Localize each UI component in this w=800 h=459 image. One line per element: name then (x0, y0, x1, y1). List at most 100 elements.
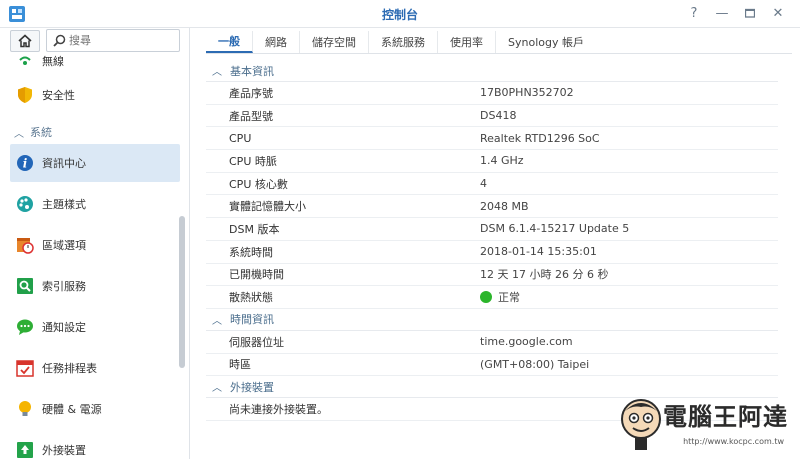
info-key: CPU 時脈 (229, 154, 277, 168)
tab-general[interactable]: 一般 (206, 31, 253, 53)
tab-bar: 一般 網路 儲存空間 系統服務 使用率 Synology 帳戶 (206, 28, 792, 54)
info-value: Realtek RTD1296 SoC (480, 131, 600, 145)
status-text: 正常 (498, 291, 520, 305)
sidebar-item-label: 外接裝置 (42, 444, 86, 457)
status-ok-icon (480, 291, 492, 304)
info-row: 時區 (GMT+08:00) Taipei (206, 354, 778, 377)
sidebar-item-task-scheduler[interactable]: 任務排程表 (10, 349, 180, 387)
lightbulb-icon (16, 400, 34, 418)
sidebar-scrollbar[interactable] (179, 216, 185, 368)
search-box[interactable] (46, 29, 180, 52)
search-input[interactable] (69, 33, 175, 48)
info-value: 17B0PHN352702 (480, 86, 574, 100)
sidebar-item-indexing[interactable]: 索引服務 (10, 267, 180, 305)
sidebar-item-label: 資訊中心 (42, 157, 86, 170)
sidebar-item-label: 無線 (42, 55, 64, 68)
info-row: 伺服器位址 time.google.com (206, 331, 778, 354)
group-basic-info[interactable]: ︿ 基本資訊 (206, 60, 778, 82)
tab-services[interactable]: 系統服務 (369, 31, 438, 53)
watermark: 電腦王阿達 http://www.kocpc.com.tw (619, 395, 794, 455)
home-icon (18, 34, 32, 48)
tab-synology-account[interactable]: Synology 帳戶 (496, 31, 596, 53)
tab-resource-monitor[interactable]: 使用率 (438, 31, 496, 53)
minimize-icon[interactable]: — (714, 4, 730, 22)
sidebar-item-label: 安全性 (42, 89, 75, 102)
watermark-title: 電腦王阿達 (663, 403, 788, 431)
sidebar-item-label: 索引服務 (42, 280, 86, 293)
mascot-logo (621, 399, 661, 450)
info-row: 已開機時間 12 天 17 小時 26 分 6 秒 (206, 264, 778, 287)
info-value: 4 (480, 177, 487, 191)
watermark-url: http://www.kocpc.com.tw (683, 437, 784, 446)
info-key: 尚未連接外接裝置。 (229, 403, 328, 417)
calendar-check-icon (16, 359, 34, 377)
upload-device-icon (16, 441, 34, 459)
window-title: 控制台 (381, 8, 418, 22)
sidebar-item-wireless[interactable]: 無線 (10, 50, 180, 72)
sidebar-item-regional[interactable]: 區域選項 (10, 226, 180, 264)
sidebar-item-label: 任務排程表 (42, 362, 97, 375)
tab-storage[interactable]: 儲存空間 (300, 31, 369, 53)
info-row: 實體記憶體大小 2048 MB (206, 195, 778, 219)
info-value: time.google.com (480, 335, 573, 349)
info-key: 散熱狀態 (229, 291, 273, 305)
home-button[interactable] (10, 30, 40, 52)
info-key: DSM 版本 (229, 222, 280, 236)
sidebar-item-theme[interactable]: 主題樣式 (10, 185, 180, 223)
chat-bubble-icon (16, 318, 34, 336)
info-key: CPU 核心數 (229, 177, 288, 191)
info-key: 產品序號 (229, 86, 273, 100)
info-value: DS418 (480, 109, 517, 123)
close-icon[interactable]: ✕ (770, 4, 786, 22)
info-key: 系統時間 (229, 245, 273, 259)
sidebar-item-external-devices[interactable]: 外接裝置 (10, 431, 180, 459)
info-key: 實體記憶體大小 (229, 200, 306, 214)
question-icon[interactable]: ? (686, 4, 702, 22)
info-row: CPU 核心數 4 (206, 173, 778, 196)
info-value: 1.4 GHz (480, 154, 524, 168)
palette-icon (16, 195, 34, 213)
tab-network[interactable]: 網路 (253, 31, 300, 53)
info-value: 2018-01-14 15:35:01 (480, 245, 597, 259)
info-value: DSM 6.1.4-15217 Update 5 (480, 222, 630, 236)
group-time-info[interactable]: ︿ 時間資訊 (206, 309, 778, 331)
info-icon: i (16, 154, 34, 172)
info-key: 已開機時間 (229, 268, 284, 282)
info-value: (GMT+08:00) Taipei (480, 357, 590, 371)
sidebar-item-notification[interactable]: 通知設定 (10, 308, 180, 346)
info-value: 12 天 17 小時 26 分 6 秒 (480, 268, 609, 282)
search-icon (53, 34, 66, 47)
chevron-up-icon: ︿ (212, 383, 222, 395)
maximize-icon[interactable] (742, 4, 758, 22)
sidebar-item-label: 區域選項 (42, 239, 86, 252)
info-key: CPU (229, 131, 252, 145)
info-row: CPU Realtek RTD1296 SoC (206, 127, 778, 151)
info-row: 系統時間 2018-01-14 15:35:01 (206, 241, 778, 264)
info-row: 產品序號 17B0PHN352702 (206, 82, 778, 105)
info-value: 2048 MB (480, 199, 529, 213)
info-row: 散熱狀態 正常 (206, 286, 778, 309)
sidebar-item-label: 主題樣式 (42, 198, 86, 211)
sidebar-section-system[interactable]: ︿ 系統 (14, 124, 52, 140)
chevron-up-icon: ︿ (212, 67, 222, 78)
sidebar-item-info-center[interactable]: i 資訊中心 (10, 144, 180, 182)
info-row: DSM 版本 DSM 6.1.4-15217 Update 5 (206, 218, 778, 241)
sidebar-item-hardware-power[interactable]: 硬體 & 電源 (10, 390, 180, 428)
info-row: CPU 時脈 1.4 GHz (206, 150, 778, 173)
info-content: ︿ 基本資訊 產品序號 17B0PHN352702 產品型號 DS418 CPU Re… (206, 60, 778, 421)
info-row: 產品型號 DS418 (206, 105, 778, 128)
chevron-up-icon: ︿ (212, 315, 222, 327)
index-search-icon (16, 277, 34, 295)
sidebar-item-security[interactable]: 安全性 (10, 76, 180, 114)
sidebar-item-label: 硬體 & 電源 (42, 403, 102, 416)
wifi-icon (16, 52, 34, 70)
title-bar: 控制台 ? — ✕ (0, 0, 800, 28)
sidebar: 無線 安全性 ︿ 系統 i 資訊中心 主題樣式 區域選項 索引服務 (0, 28, 190, 459)
info-key: 時區 (229, 358, 251, 372)
chevron-up-icon: ︿ (14, 128, 24, 140)
shield-icon (16, 86, 34, 104)
thermal-status: 正常 (480, 289, 520, 305)
sidebar-item-label: 通知設定 (42, 321, 86, 334)
calendar-clock-icon (16, 236, 34, 254)
info-key: 伺服器位址 (229, 335, 284, 349)
